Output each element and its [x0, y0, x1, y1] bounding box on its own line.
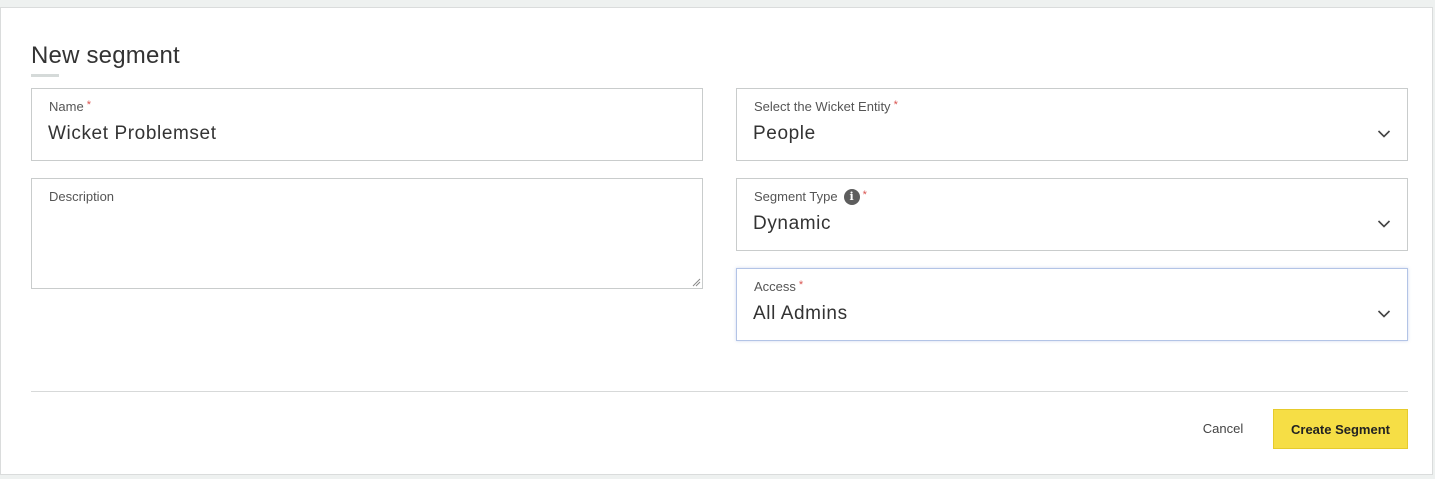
wicket-entity-value: People: [753, 123, 816, 144]
access-label-text: Access: [754, 279, 796, 294]
name-field[interactable]: Name * Wicket Problemset: [31, 88, 703, 161]
name-label-text: Name: [49, 99, 84, 114]
footer-divider: [31, 391, 1408, 392]
wicket-entity-label-text: Select the Wicket Entity: [754, 99, 891, 114]
chevron-down-icon[interactable]: [1377, 219, 1391, 229]
chevron-down-icon[interactable]: [1377, 129, 1391, 139]
title-underline: [31, 74, 59, 77]
required-mark: *: [86, 99, 91, 111]
description-label: Description: [49, 189, 115, 204]
segment-type-select[interactable]: Segment Type i * Dynamic: [736, 178, 1408, 251]
wicket-entity-select[interactable]: Select the Wicket Entity * People: [736, 88, 1408, 161]
resize-grip-icon[interactable]: [691, 277, 701, 287]
name-input-value[interactable]: Wicket Problemset: [48, 123, 217, 145]
cancel-button[interactable]: Cancel: [1187, 409, 1259, 447]
segment-type-value: Dynamic: [753, 213, 832, 234]
access-select[interactable]: Access * All Admins: [736, 268, 1408, 341]
required-mark: *: [862, 189, 867, 201]
required-mark: *: [893, 99, 898, 111]
page-title: New segment: [31, 42, 180, 69]
segment-type-label: Segment Type i *: [754, 188, 867, 206]
info-icon[interactable]: i: [843, 188, 860, 205]
description-field[interactable]: Description: [31, 178, 703, 289]
new-segment-card: New segment Name * Wicket Problemset Desc…: [0, 7, 1433, 475]
access-label: Access *: [754, 279, 803, 294]
access-value: All Admins: [753, 303, 848, 324]
required-mark: *: [798, 279, 804, 291]
segment-type-label-text: Segment Type: [754, 189, 838, 204]
chevron-down-icon[interactable]: [1377, 309, 1391, 319]
wicket-entity-label: Select the Wicket Entity *: [754, 99, 898, 114]
name-label: Name *: [49, 99, 91, 114]
create-segment-button[interactable]: Create Segment: [1273, 409, 1408, 449]
